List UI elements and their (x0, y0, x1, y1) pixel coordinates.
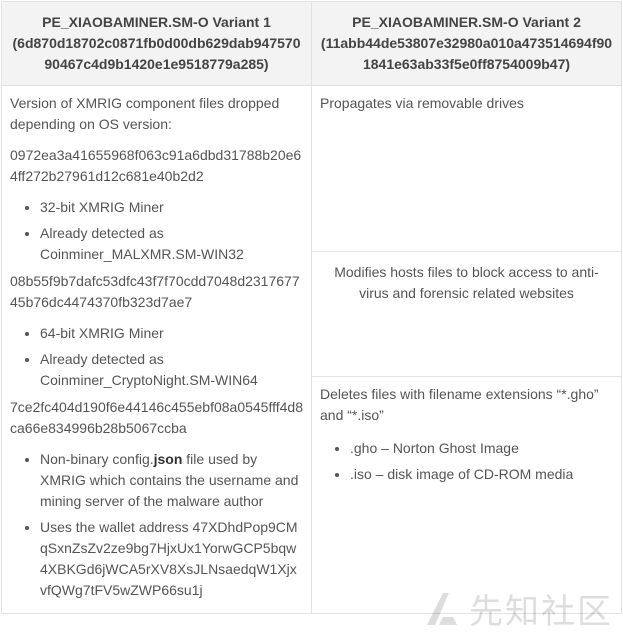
list-item: .gho – Norton Ghost Image (350, 438, 613, 459)
list-item: Already detected as Coinminer_MALXMR.SM-… (40, 223, 303, 265)
hash-1: 0972ea3a41655968f063c91a6dbd31788b20e64f… (10, 147, 302, 184)
deletes-text: Deletes files with filename extensions “… (320, 386, 599, 423)
list-item-config: Non-binary config.json file used by XMRI… (40, 449, 303, 512)
deletes-block: Deletes files with filename extensions “… (312, 377, 621, 498)
header-row: PE_XIAOBAMINER.SM-O Variant 1 (6d870d187… (1, 1, 622, 86)
extension-list: .gho – Norton Ghost Image .iso – disk im… (320, 438, 613, 485)
hash-2: 08b55f9b7dafc53dfc43f7f70cdd7048d2317677… (10, 273, 300, 310)
list-item: Already detected as Coinminer_CryptoNigh… (40, 349, 303, 391)
variant-1-intro: Version of XMRIG component files dropped… (10, 95, 280, 132)
hosts-text: Modifies hosts files to block access to … (312, 252, 621, 377)
header-variant-1: PE_XIAOBAMINER.SM-O Variant 1 (6d870d187… (1, 1, 312, 86)
hash-2-details: 64-bit XMRIG Miner Already detected as C… (10, 323, 303, 391)
config-bold-text: json (153, 451, 183, 467)
hash-1-details: 32-bit XMRIG Miner Already detected as C… (10, 197, 303, 265)
comparison-table: PE_XIAOBAMINER.SM-O Variant 1 (6d870d187… (1, 1, 622, 614)
header-variant-2: PE_XIAOBAMINER.SM-O Variant 2 (11abb44de… (311, 1, 622, 86)
list-item: 64-bit XMRIG Miner (40, 323, 303, 344)
variant-2-cell: Propagates via removable drives Modifies… (311, 85, 622, 614)
propagates-text: Propagates via removable drives (312, 86, 621, 252)
list-item-wallet: Uses the wallet address 47XDhdPop9CMqSxn… (40, 517, 303, 601)
list-item: .iso – disk image of CD-ROM media (350, 464, 613, 485)
config-pre-text: Non-binary config. (40, 451, 154, 467)
body-row: Version of XMRIG component files dropped… (1, 85, 622, 614)
hash-3-details: Non-binary config.json file used by XMRI… (10, 449, 303, 601)
variant-1-cell: Version of XMRIG component files dropped… (1, 85, 312, 614)
list-item: 32-bit XMRIG Miner (40, 197, 303, 218)
hash-3: 7ce2fc404d190f6e44146c455ebf08a0545fff4d… (10, 399, 303, 436)
